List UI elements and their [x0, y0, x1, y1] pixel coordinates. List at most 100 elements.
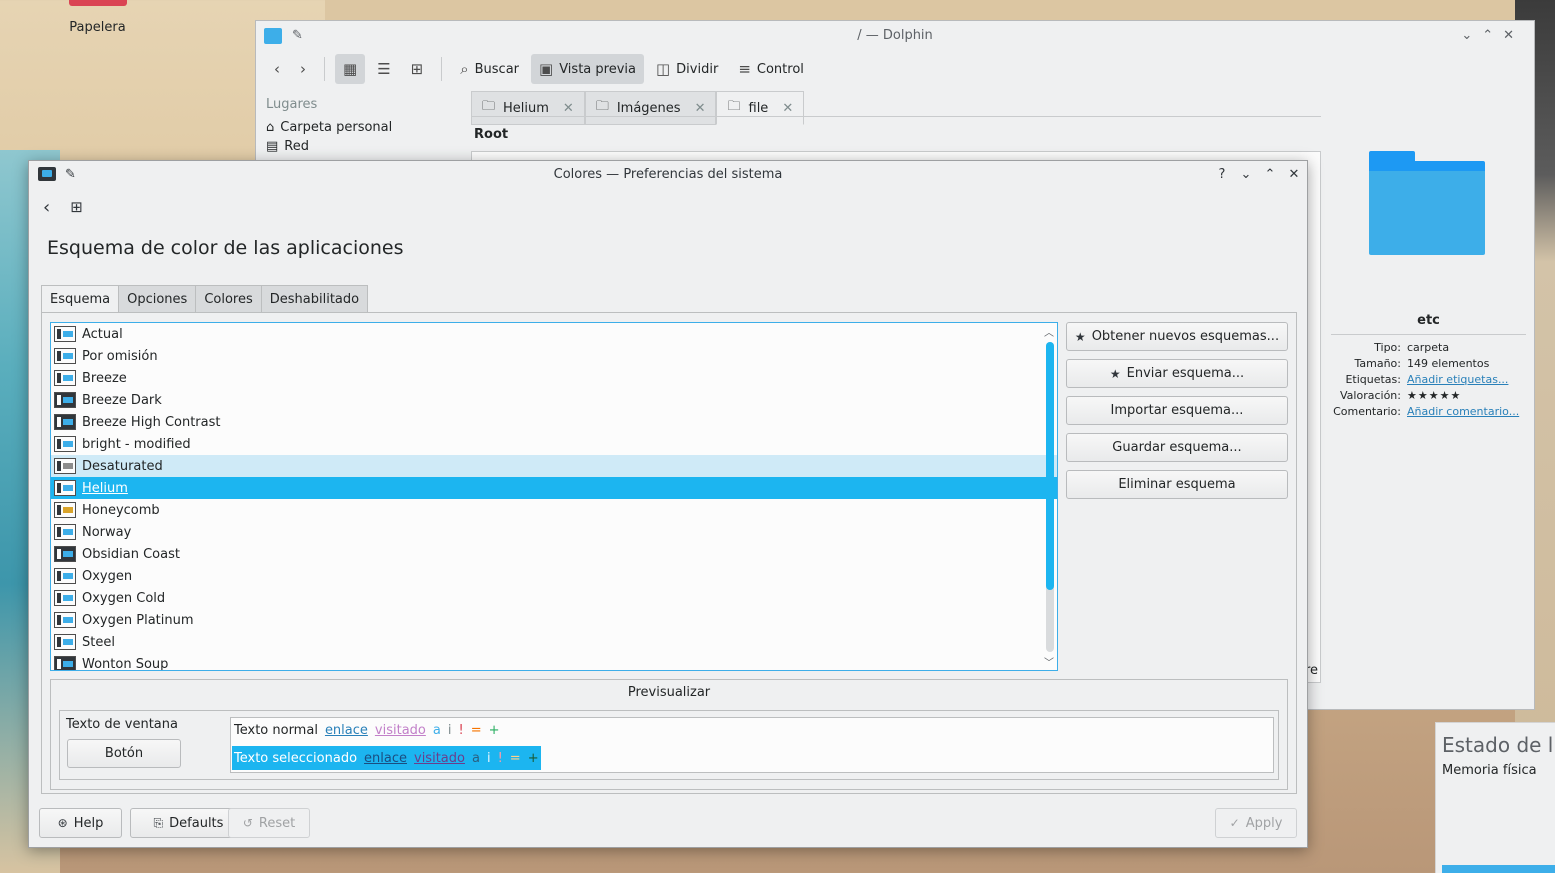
- scheme-item[interactable]: Obsidian Coast: [51, 543, 1057, 565]
- place-item-network[interactable]: ▤ Red: [266, 137, 466, 156]
- maximize-icon[interactable]: ⌃: [1263, 161, 1277, 189]
- info-row-size: Tamaño: 149 elementos: [1331, 357, 1526, 370]
- preview-button[interactable]: ▣ Vista previa: [531, 54, 644, 84]
- get-new-schemes-button[interactable]: ★ Obtener nuevos esquemas...: [1066, 322, 1288, 351]
- help-button[interactable]: ⊛ Help: [39, 808, 122, 838]
- place-label: Carpeta personal: [280, 120, 393, 135]
- close-icon[interactable]: ✕: [782, 101, 793, 116]
- tab-colores[interactable]: Colores: [196, 285, 262, 314]
- button-label: Importar esquema...: [1110, 403, 1244, 418]
- tab-deshabilitado[interactable]: Deshabilitado: [261, 285, 369, 314]
- places-panel: Lugares ⌂ Carpeta personal ▤ Red: [266, 97, 466, 156]
- info-label: Tipo:: [1374, 341, 1401, 354]
- chevron-up-icon[interactable]: ︿: [1042, 324, 1056, 339]
- preview-neutral: =: [470, 723, 482, 738]
- compact-view-button[interactable]: ☰: [369, 54, 398, 84]
- tab-file[interactable]: 🗀 file ✕: [716, 91, 805, 125]
- help-icon[interactable]: ?: [1215, 161, 1229, 189]
- remove-scheme-button[interactable]: Eliminar esquema: [1066, 470, 1288, 499]
- scrollbar-track[interactable]: [1046, 342, 1054, 652]
- details-view-icon: ⊞: [410, 60, 424, 78]
- scheme-item[interactable]: Helium: [51, 477, 1057, 499]
- tab-imagenes[interactable]: 🗀 Imágenes ✕: [584, 91, 717, 125]
- back-button[interactable]: ‹: [266, 54, 288, 84]
- scheme-item[interactable]: Desaturated: [51, 455, 1057, 477]
- scheme-item[interactable]: Wonton Soup: [51, 653, 1057, 670]
- tab-helium[interactable]: 🗀 Helium ✕: [471, 91, 585, 125]
- button-label: Defaults: [169, 815, 224, 831]
- scheme-item[interactable]: Steel: [51, 631, 1057, 653]
- scheme-label: Breeze High Contrast: [82, 414, 221, 430]
- place-item-home[interactable]: ⌂ Carpeta personal: [266, 118, 466, 137]
- preview-window-text: Texto de ventana: [66, 717, 178, 732]
- scheme-item[interactable]: bright - modified: [51, 433, 1057, 455]
- desktop-trash[interactable]: Papelera: [55, 0, 140, 35]
- pin-icon[interactable]: ✎: [65, 161, 76, 189]
- lifebuoy-icon: ⊛: [57, 816, 68, 830]
- pin-icon[interactable]: ✎: [292, 21, 303, 51]
- scheme-item[interactable]: Breeze Dark: [51, 389, 1057, 411]
- preview-window: Texto de ventana Botón Texto normal enla…: [59, 710, 1279, 780]
- preview-button[interactable]: Botón: [67, 739, 181, 768]
- add-tags-link[interactable]: Añadir etiquetas...: [1407, 373, 1508, 386]
- dolphin-titlebar[interactable]: ✎ / — Dolphin ⌄⌃✕: [256, 21, 1534, 51]
- scrollbar[interactable]: ︿ ﹀: [1042, 324, 1056, 669]
- system-status-widget[interactable]: Estado de l Memoria física: [1435, 722, 1555, 873]
- tab-esquema[interactable]: Esquema: [41, 285, 120, 314]
- tab-opciones[interactable]: Opciones: [119, 285, 197, 314]
- tabs-divider: [471, 116, 1321, 117]
- forward-button[interactable]: ›: [292, 54, 314, 84]
- scrollbar-thumb[interactable]: [1046, 342, 1054, 590]
- preview-visited: visitado: [374, 723, 426, 738]
- scheme-label: Honeycomb: [82, 502, 160, 518]
- rating-stars[interactable]: ★★★★★: [1407, 389, 1461, 402]
- hamburger-menu-icon: ≡: [738, 60, 751, 78]
- search-button[interactable]: ⌕ Buscar: [452, 54, 527, 84]
- preview-positive: +: [488, 723, 500, 738]
- dolphin-window-controls[interactable]: ⌄⌃✕: [1461, 21, 1524, 51]
- chevron-down-icon[interactable]: ﹀: [1042, 654, 1056, 669]
- scheme-item[interactable]: Oxygen Cold: [51, 587, 1057, 609]
- breadcrumb[interactable]: Root: [474, 127, 508, 142]
- preview-positive: +: [527, 750, 539, 766]
- color-scheme-icon: [54, 370, 76, 386]
- preview-inactive: i: [486, 750, 491, 766]
- dialog-titlebar[interactable]: ✎ Colores — Preferencias del sistema ? ⌄…: [29, 161, 1307, 189]
- details-view-button[interactable]: ⊞: [403, 54, 432, 84]
- icons-view-button[interactable]: ▦: [335, 54, 366, 84]
- reset-button[interactable]: ↺ Reset: [228, 808, 310, 838]
- add-comment-link[interactable]: Añadir comentario...: [1407, 405, 1519, 418]
- save-scheme-button[interactable]: Guardar esquema...: [1066, 433, 1288, 462]
- minimize-icon[interactable]: ⌄: [1239, 161, 1253, 189]
- scheme-item[interactable]: Actual: [51, 323, 1057, 345]
- back-arrow-icon[interactable]: ‹: [43, 197, 50, 218]
- dolphin-app-icon: [264, 28, 282, 44]
- scheme-list[interactable]: Actual Por omisión Breeze Breeze Dark Breeze…: [50, 322, 1058, 671]
- button-label: Reset: [258, 815, 296, 831]
- scheme-item[interactable]: Oxygen: [51, 565, 1057, 587]
- scheme-item[interactable]: Honeycomb: [51, 499, 1057, 521]
- split-button[interactable]: ◫ Dividir: [648, 54, 726, 84]
- apply-button[interactable]: ✓ Apply: [1215, 808, 1297, 838]
- scheme-item[interactable]: Breeze: [51, 367, 1057, 389]
- page-title: Esquema de color de las aplicaciones: [47, 237, 404, 259]
- scheme-item[interactable]: Oxygen Platinum: [51, 609, 1057, 631]
- trash-icon: [68, 0, 127, 6]
- dolphin-toolbar: ‹ › ▦ ☰ ⊞ ⌕ Buscar ▣ Vista previa ◫ Dividir…: [256, 51, 1534, 87]
- memory-bar: [1442, 865, 1555, 873]
- scheme-label: bright - modified: [82, 436, 191, 452]
- preview-normal-row: Texto normal enlace visitado a i ! = +: [232, 723, 502, 738]
- upload-scheme-button[interactable]: ★ Enviar esquema...: [1066, 359, 1288, 388]
- close-icon[interactable]: ✕: [563, 101, 574, 116]
- button-label: Apply: [1245, 815, 1283, 831]
- close-icon[interactable]: ✕: [695, 101, 706, 116]
- scheme-item[interactable]: Por omisión: [51, 345, 1057, 367]
- tab-label: file: [748, 100, 769, 116]
- control-button[interactable]: ≡ Control: [730, 54, 812, 84]
- import-scheme-button[interactable]: Importar esquema...: [1066, 396, 1288, 425]
- close-icon[interactable]: ✕: [1287, 161, 1301, 189]
- film-strip-icon[interactable]: ⊞: [70, 198, 83, 216]
- icons-view-icon: ▦: [343, 60, 358, 78]
- scheme-item[interactable]: Norway: [51, 521, 1057, 543]
- scheme-item[interactable]: Breeze High Contrast: [51, 411, 1057, 433]
